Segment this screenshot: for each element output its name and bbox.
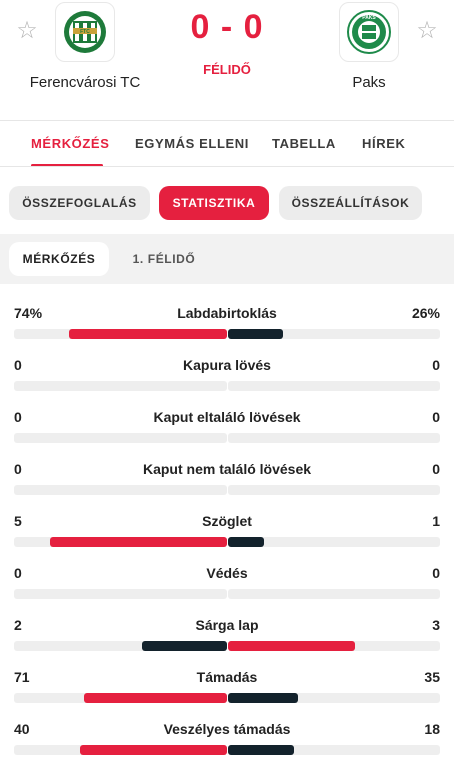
- tab-merkozes[interactable]: MÉRKŐZÉS: [31, 136, 109, 151]
- header-divider: [0, 120, 454, 121]
- stat-label: Szöglet: [202, 513, 252, 529]
- stat-home-track: [14, 485, 227, 495]
- stat-row: 0 Védés 0: [0, 565, 454, 605]
- stat-away-value: 0: [432, 461, 440, 477]
- stat-away-bar: [228, 329, 283, 339]
- away-team-logo: PAKS: [339, 2, 399, 62]
- home-team-name: Ferencvárosi TC: [29, 74, 141, 91]
- stat-row: 2 Sárga lap 3: [0, 617, 454, 657]
- away-team-name: Paks: [352, 74, 386, 91]
- stat-away-value: 0: [432, 409, 440, 425]
- stat-label: Támadás: [196, 669, 258, 685]
- stat-home-bar: [80, 745, 227, 755]
- stat-home-bar: [69, 329, 227, 339]
- stat-row: 5 Szöglet 1: [0, 513, 454, 553]
- stat-row: 0 Kaput nem találó lövések 0: [0, 461, 454, 501]
- stat-home-track: [14, 381, 227, 391]
- main-tabs: MÉRKŐZÉS EGYMÁS ELLENI TABELLA HÍREK: [0, 122, 454, 167]
- stat-label: Veszélyes támadás: [163, 721, 291, 737]
- match-header: ☆ FTC Ferencvárosi TC 0 - 0 FÉLIDŐ PAKS …: [0, 0, 454, 118]
- stat-away-track: [228, 745, 440, 755]
- ferencvaros-crest-icon: FTC: [64, 11, 106, 53]
- tab-egymas-elleni[interactable]: EGYMÁS ELLENI: [135, 136, 249, 151]
- stat-label: Sárga lap: [195, 617, 259, 633]
- stat-label: Védés: [206, 565, 248, 581]
- stat-home-track: [14, 537, 227, 547]
- stat-away-value: 0: [432, 565, 440, 581]
- stat-away-bar: [228, 745, 294, 755]
- stat-label: Kapura lövés: [183, 357, 271, 373]
- away-team[interactable]: PAKS Paks: [294, 0, 444, 91]
- stat-away-value: 35: [424, 669, 440, 685]
- paks-crest-icon: PAKS: [347, 10, 391, 54]
- stat-away-track: [228, 381, 440, 391]
- stat-away-value: 26%: [411, 305, 440, 321]
- tabs-divider: [0, 166, 454, 167]
- stat-away-value: 1: [432, 513, 440, 529]
- stat-away-bar: [228, 641, 355, 651]
- stat-away-track: [228, 589, 440, 599]
- period-switcher: MÉRKŐZÉS 1. FÉLIDŐ: [0, 234, 454, 284]
- stat-row: 74% Labdabirtoklás 26%: [0, 305, 454, 345]
- stat-away-track: [228, 537, 440, 547]
- subtab-osszeallitasok[interactable]: ÖSSZEÁLLÍTÁSOK: [279, 186, 422, 220]
- match-score: 0 - 0: [190, 8, 264, 46]
- stat-away-bar: [228, 537, 264, 547]
- svg-text:PAKS: PAKS: [362, 15, 376, 21]
- stat-away-value: 18: [424, 721, 440, 737]
- stat-away-bar: [228, 693, 298, 703]
- stat-label: Kaput eltaláló lövések: [153, 409, 301, 425]
- period-first-half[interactable]: 1. FÉLIDŐ: [116, 242, 212, 276]
- tab-hirek[interactable]: HÍREK: [362, 136, 405, 151]
- stat-away-track: [228, 693, 440, 703]
- stat-home-track: [14, 641, 227, 651]
- stat-row: 0 Kapura lövés 0: [0, 357, 454, 397]
- stat-away-track: [228, 329, 440, 339]
- stat-home-bar: [84, 693, 227, 703]
- subtab-statisztika[interactable]: STATISZTIKA: [159, 186, 269, 220]
- home-team[interactable]: FTC Ferencvárosi TC: [10, 0, 160, 91]
- subtab-osszefoglalas[interactable]: ÖSSZEFOGLALÁS: [9, 186, 150, 220]
- stat-away-value: 0: [432, 357, 440, 373]
- stat-label: Labdabirtoklás: [177, 305, 277, 321]
- stat-away-track: [228, 433, 440, 443]
- svg-text:FTC: FTC: [80, 29, 90, 35]
- stat-away-track: [228, 485, 440, 495]
- stat-home-bar: [50, 537, 227, 547]
- stat-home-bar: [142, 641, 227, 651]
- tab-tabella[interactable]: TABELLA: [272, 136, 336, 151]
- period-merkozes[interactable]: MÉRKŐZÉS: [9, 242, 109, 276]
- stat-home-track: [14, 329, 227, 339]
- match-status: FÉLIDŐ: [203, 62, 251, 77]
- stat-home-track: [14, 693, 227, 703]
- stat-row: 71 Támadás 35: [0, 669, 454, 709]
- stat-home-track: [14, 589, 227, 599]
- stat-away-track: [228, 641, 440, 651]
- stat-label: Kaput nem találó lövések: [142, 461, 312, 477]
- stat-row: 0 Kaput eltaláló lövések 0: [0, 409, 454, 449]
- stat-home-track: [14, 433, 227, 443]
- favorite-star-icon-away[interactable]: ☆: [414, 18, 440, 44]
- stat-away-value: 3: [432, 617, 440, 633]
- home-team-logo: FTC: [55, 2, 115, 62]
- stat-home-track: [14, 745, 227, 755]
- stat-row: 40 Veszélyes támadás 18: [0, 721, 454, 761]
